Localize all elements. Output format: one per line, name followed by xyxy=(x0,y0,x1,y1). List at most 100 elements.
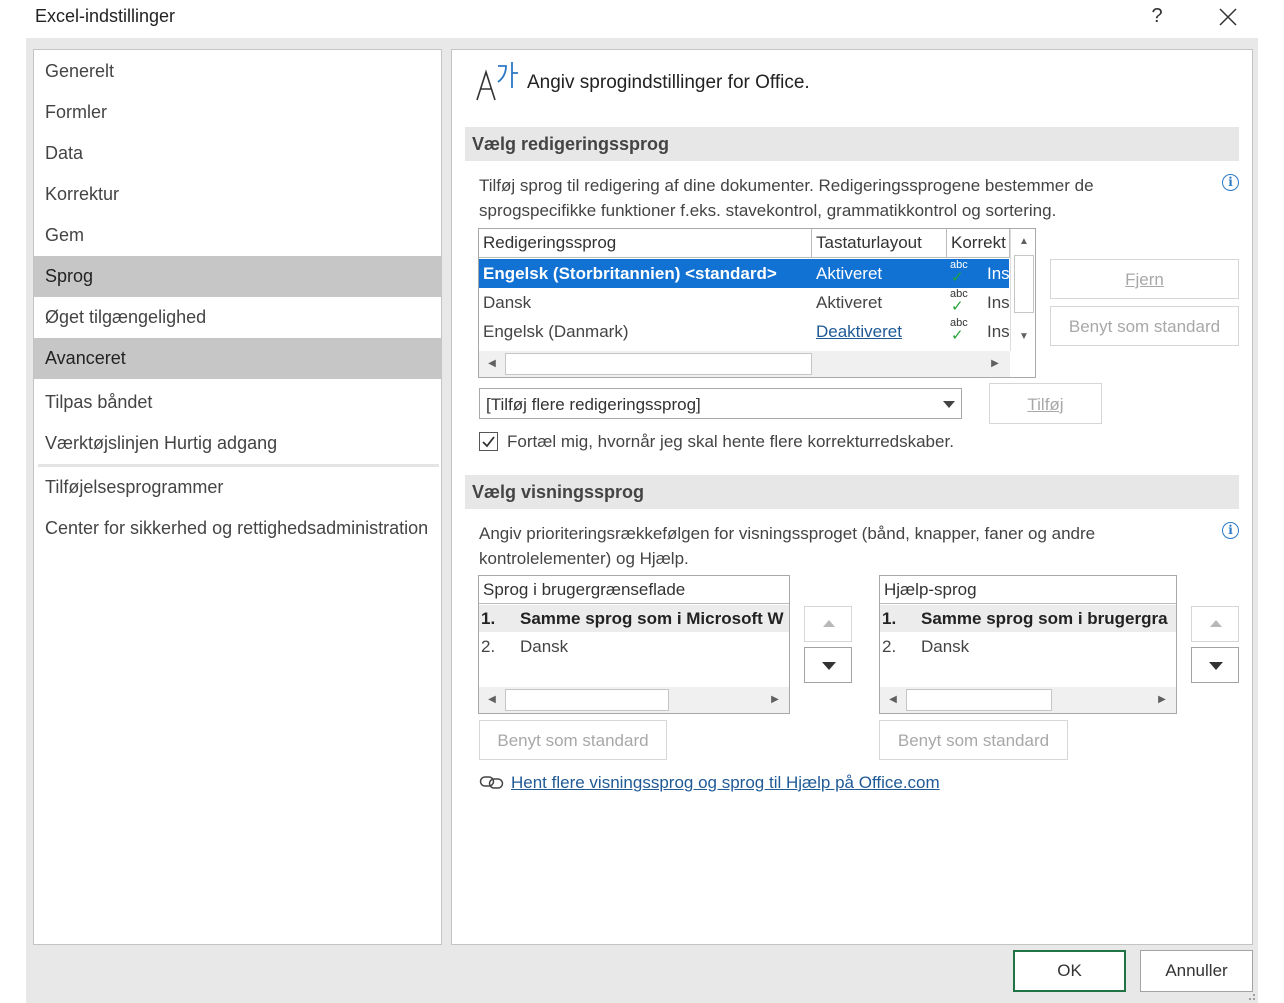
sidebar-item-generelt[interactable]: Generelt xyxy=(34,51,441,92)
scroll-down-icon[interactable]: ▼ xyxy=(1013,326,1035,348)
vertical-scrollbar[interactable]: ▲ ▼ xyxy=(1010,229,1035,351)
sidebar-item-sprog[interactable]: Sprog xyxy=(34,256,441,297)
ui-move-up-button[interactable] xyxy=(804,606,852,642)
add-language-dropdown[interactable]: [Tilføj flere redigeringssprog] xyxy=(479,388,962,419)
scroll-right-icon[interactable]: ▶ xyxy=(1151,689,1173,711)
ui-set-default-button[interactable]: Benyt som standard xyxy=(479,720,667,760)
editing-section-title: Vælg redigeringssprog xyxy=(465,127,1239,161)
scroll-left-icon[interactable]: ◀ xyxy=(481,689,503,711)
list-item-number: 1. xyxy=(481,609,496,628)
scroll-up-icon[interactable]: ▲ xyxy=(1013,231,1035,253)
arrow-down-icon xyxy=(1209,662,1223,670)
row-keyboard: Aktiveret xyxy=(816,264,883,283)
language-icon xyxy=(476,62,518,101)
notify-checkbox[interactable] xyxy=(479,432,498,451)
sidebar-item-korrektur[interactable]: Korrektur xyxy=(34,174,441,215)
scroll-right-icon[interactable]: ▶ xyxy=(764,689,786,711)
horizontal-scrollbar[interactable]: ◀ ▶ xyxy=(880,687,1176,713)
column-header-proofing[interactable]: Korrekt xyxy=(947,229,1010,258)
scroll-left-icon[interactable]: ◀ xyxy=(481,353,503,375)
sidebar-item-gem[interactable]: Gem xyxy=(34,215,441,256)
add-language-dropdown-value: [Tilføj flere redigeringssprog] xyxy=(486,395,701,414)
list-item-text: Dansk xyxy=(921,637,970,656)
add-button[interactable]: Tilføj xyxy=(989,383,1102,424)
help-language-list[interactable]: Hjælp-sprog 1. Samme sprog som i brugerg… xyxy=(879,575,1177,714)
arrow-up-icon xyxy=(1210,620,1222,627)
list-item[interactable]: 1. Samme sprog som i brugergra xyxy=(880,605,1176,632)
sidebar-item-tilpas-baandet[interactable]: Tilpas båndet xyxy=(34,382,441,423)
display-description: Angiv prioriteringsrækkefølgen for visni… xyxy=(479,524,1096,568)
title-bar: Excel-indstillinger ? xyxy=(0,0,1284,38)
list-item-text: Samme sprog som i Microsoft W xyxy=(520,609,784,628)
sidebar-item-tilfoejelsesprogrammer[interactable]: Tilføjelsesprogrammer xyxy=(34,467,441,508)
help-button[interactable]: ? xyxy=(1140,1,1174,33)
link-icon xyxy=(479,776,504,789)
proofing-check-icon: abc ✓ xyxy=(950,259,968,286)
checkmark-icon xyxy=(482,436,495,448)
editing-row[interactable]: Engelsk (Danmark) Deaktiveret abc ✓ Ins xyxy=(479,317,1010,346)
scroll-right-icon[interactable]: ▶ xyxy=(984,353,1006,375)
column-header-keyboard[interactable]: Tastaturlayout xyxy=(812,229,947,258)
keyboard-deactivated-link[interactable]: Deaktiveret xyxy=(816,317,902,346)
office-link[interactable]: Hent flere visningssprog og sprog til Hj… xyxy=(511,773,940,793)
row-language: Engelsk (Danmark) xyxy=(483,322,629,341)
help-move-down-button[interactable] xyxy=(1191,647,1239,683)
list-item-text: Dansk xyxy=(520,637,569,656)
list-item-number: 2. xyxy=(481,637,496,656)
row-proofing: Ins xyxy=(987,293,1010,312)
help-move-up-button[interactable] xyxy=(1191,606,1239,642)
row-keyboard: Aktiveret xyxy=(816,293,883,312)
list-item[interactable]: 2. Dansk xyxy=(880,633,1176,660)
editing-row[interactable]: Dansk Aktiveret abc ✓ Ins xyxy=(479,288,1010,317)
sidebar-item-data[interactable]: Data xyxy=(34,133,441,174)
help-set-default-button[interactable]: Benyt som standard xyxy=(879,720,1068,760)
resize-grip-icon[interactable] xyxy=(1246,991,1256,1001)
row-language: Dansk xyxy=(483,293,532,312)
scroll-left-icon[interactable]: ◀ xyxy=(882,689,904,711)
sidebar-item-hurtig-adgang[interactable]: Værktøjslinjen Hurtig adgang xyxy=(34,423,441,464)
sidebar: Generelt Formler Data Korrektur Gem Spro… xyxy=(33,49,442,945)
ui-language-header[interactable]: Sprog i brugergrænseflade xyxy=(479,576,789,604)
scroll-thumb[interactable] xyxy=(505,353,812,375)
sidebar-item-tilgaengelighed[interactable]: Øget tilgængelighed xyxy=(34,297,441,338)
list-item[interactable]: 2. Dansk xyxy=(479,633,789,660)
row-proofing: Ins xyxy=(987,264,1010,283)
scroll-thumb[interactable] xyxy=(505,689,669,711)
row-language: Engelsk (Storbritannien) <standard> xyxy=(483,264,777,283)
sidebar-item-avanceret[interactable]: Avanceret xyxy=(34,338,441,379)
row-proofing: Ins xyxy=(987,322,1010,341)
info-icon[interactable]: i xyxy=(1222,174,1239,191)
list-item-text: Samme sprog som i brugergra xyxy=(921,609,1168,628)
proofing-check-icon: abc ✓ xyxy=(950,317,968,344)
close-button[interactable] xyxy=(1210,1,1246,33)
sidebar-item-formler[interactable]: Formler xyxy=(34,92,441,133)
display-section-title: Vælg visningssprog xyxy=(465,475,1239,509)
remove-button[interactable]: Fjern xyxy=(1050,259,1239,299)
list-item-number: 1. xyxy=(882,609,897,628)
cancel-button[interactable]: Annuller xyxy=(1140,950,1253,992)
horizontal-scrollbar[interactable]: ◀ ▶ xyxy=(479,351,1010,377)
arrow-up-icon xyxy=(823,620,835,627)
notify-checkbox-label[interactable]: Fortæl mig, hvornår jeg skal hente flere… xyxy=(507,432,954,452)
sidebar-item-sikkerhed[interactable]: Center for sikkerhed og rettighedsadmini… xyxy=(34,508,441,549)
scroll-thumb[interactable] xyxy=(1014,255,1034,313)
info-icon[interactable]: i xyxy=(1222,522,1239,539)
list-item-number: 2. xyxy=(882,637,897,656)
close-icon xyxy=(1219,8,1237,26)
horizontal-scrollbar[interactable]: ◀ ▶ xyxy=(479,687,789,713)
column-header-language[interactable]: Redigeringssprog xyxy=(479,229,812,258)
ok-button[interactable]: OK xyxy=(1013,950,1126,992)
chevron-down-icon xyxy=(943,401,955,408)
arrow-down-icon xyxy=(822,662,836,670)
proofing-check-icon: abc ✓ xyxy=(950,288,968,315)
help-language-header[interactable]: Hjælp-sprog xyxy=(880,576,1176,604)
page-heading: Angiv sprogindstillinger for Office. xyxy=(527,72,810,93)
ui-language-list[interactable]: Sprog i brugergrænseflade 1. Samme sprog… xyxy=(478,575,790,714)
list-item[interactable]: 1. Samme sprog som i Microsoft W xyxy=(479,605,789,632)
set-default-editing-button[interactable]: Benyt som standard xyxy=(1050,306,1239,346)
editing-description: Tilføj sprog til redigering af dine doku… xyxy=(479,176,1094,220)
ui-move-down-button[interactable] xyxy=(804,647,852,683)
editing-language-list[interactable]: Redigeringssprog Tastaturlayout Korrekt … xyxy=(478,228,1036,378)
scroll-thumb[interactable] xyxy=(906,689,1052,711)
editing-row[interactable]: Engelsk (Storbritannien) <standard> Akti… xyxy=(479,259,1010,288)
